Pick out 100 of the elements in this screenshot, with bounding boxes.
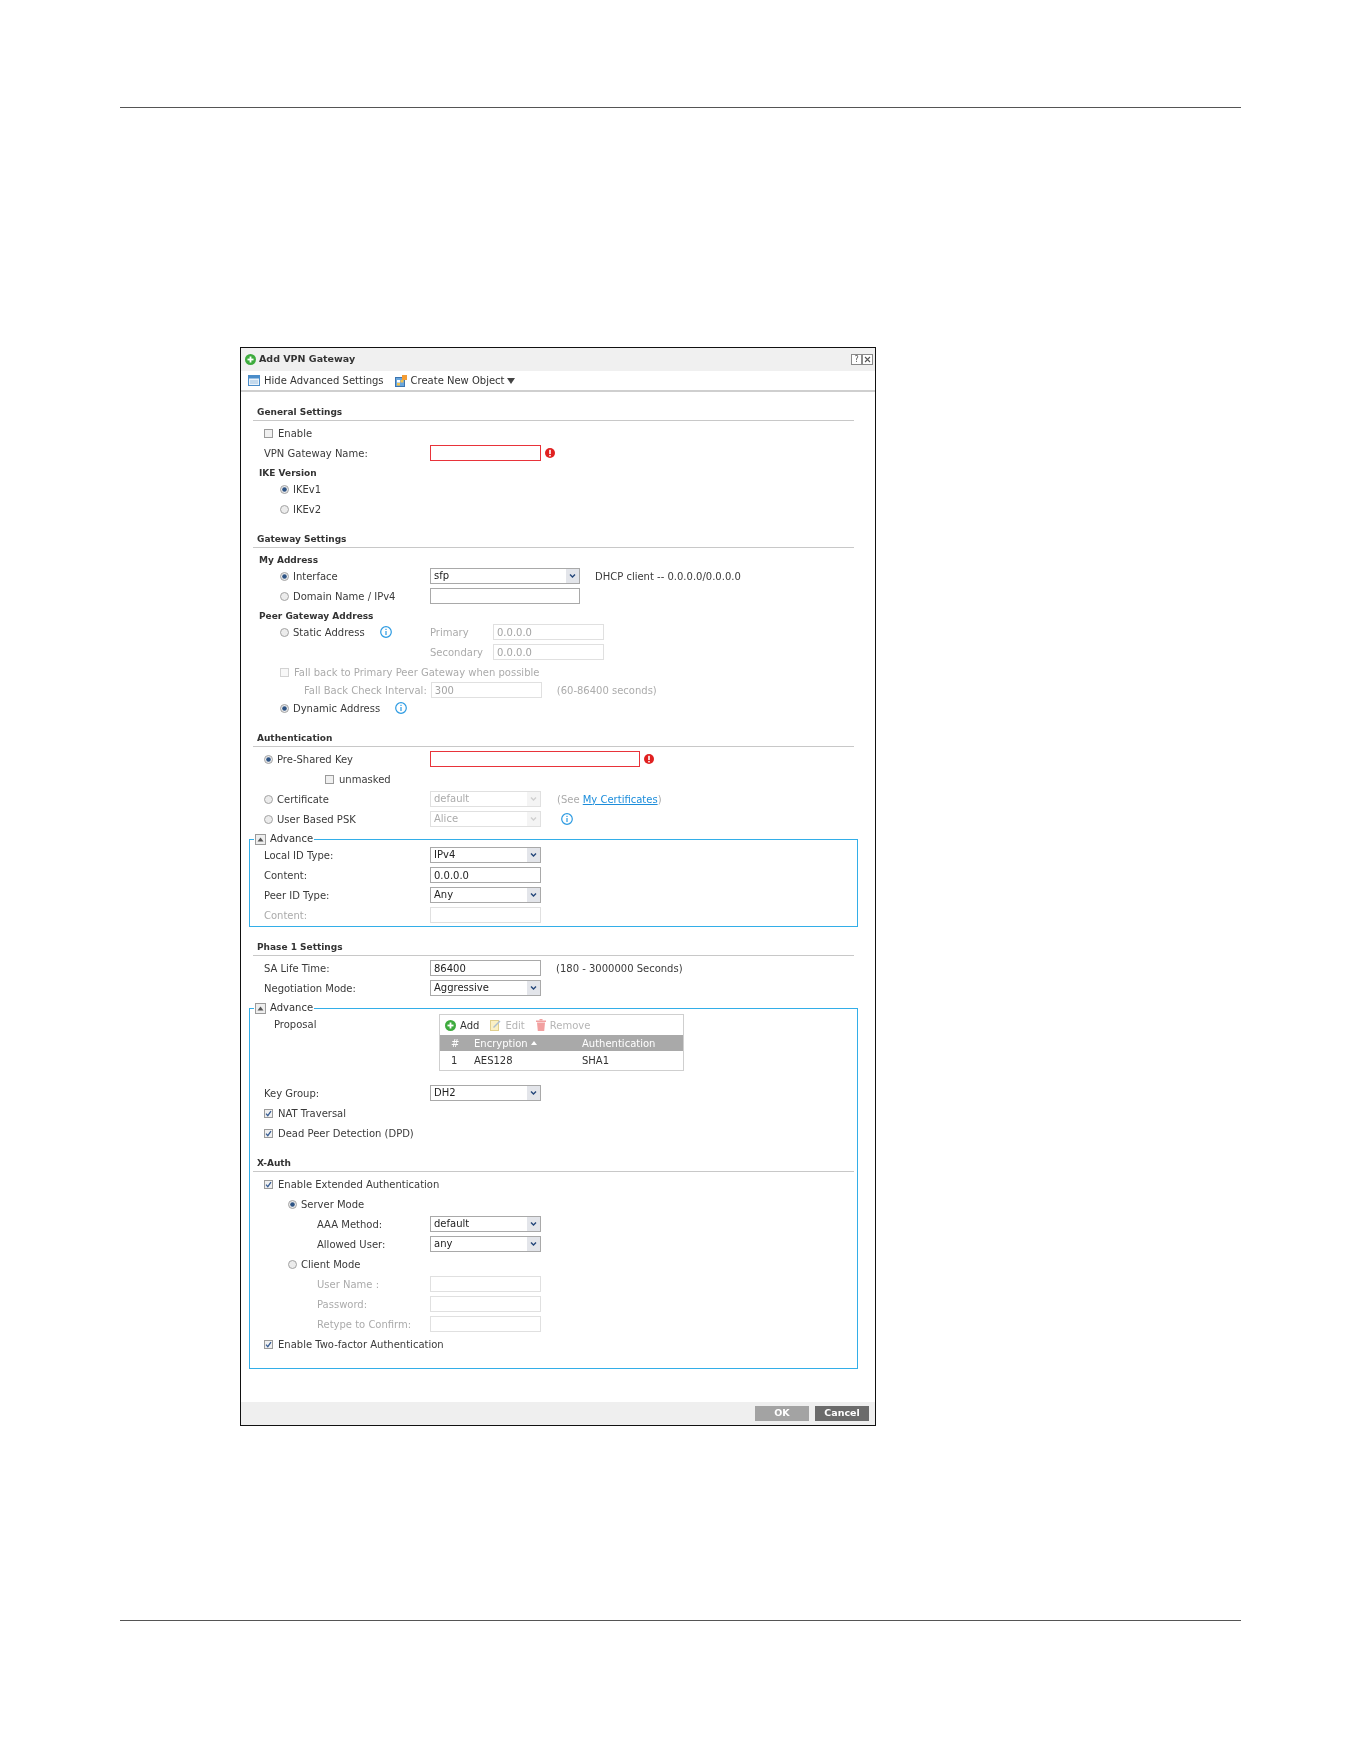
checkbox[interactable]: [264, 1108, 273, 1118]
plus-icon: [445, 1019, 456, 1031]
field-label: Primary: [430, 625, 469, 640]
field-label: Allowed User:: [317, 1237, 386, 1252]
radio-button[interactable]: [288, 1259, 297, 1269]
field-label: Fall Back Check Interval:: [304, 683, 427, 698]
object-icon: [394, 374, 407, 387]
table-cell-text: AES128: [473, 1054, 514, 1068]
radio-label: Pre-Shared Key: [277, 752, 354, 767]
group-label: Peer Gateway Address: [259, 610, 374, 622]
group-label: My Address: [259, 554, 319, 566]
checkbox-label: NAT Traversal: [278, 1106, 346, 1121]
section-title: Authentication: [257, 732, 333, 744]
radio-button[interactable]: [280, 484, 289, 494]
field-label: AAA Method:: [317, 1217, 383, 1232]
dialog-button[interactable]: Cancel: [815, 1406, 869, 1421]
section-title: Phase 1 Settings: [257, 941, 343, 953]
checkbox[interactable]: [325, 774, 334, 784]
radio-button[interactable]: [280, 504, 289, 514]
text-field[interactable]: 86400: [430, 960, 541, 976]
field-label: Peer ID Type:: [264, 888, 330, 903]
radio-button[interactable]: [264, 754, 273, 764]
checkbox[interactable]: [264, 428, 273, 438]
radio-label: Server Mode: [301, 1197, 365, 1212]
group-label: IKE Version: [259, 467, 317, 479]
table-cell-text: SHA1: [581, 1054, 611, 1068]
field-label: Key Group:: [264, 1086, 320, 1101]
chevron-down-icon: [527, 792, 540, 806]
checkbox[interactable]: [264, 1339, 273, 1349]
caret-down-icon: [506, 377, 515, 384]
radio-label: Certificate: [277, 792, 329, 807]
section-title: Gateway Settings: [257, 533, 347, 545]
dropdown[interactable]: sfp: [430, 568, 580, 584]
dropdown[interactable]: Aggressive: [430, 980, 541, 996]
chevron-down-icon: [527, 848, 540, 862]
panel-title: Advance: [270, 1002, 314, 1014]
hint-text: (See My Certificates): [557, 792, 662, 807]
radio-button[interactable]: [280, 571, 289, 581]
text-field[interactable]: [430, 588, 580, 604]
checkbox-label: Enable Extended Authentication: [278, 1177, 440, 1192]
radio-label: Interface: [293, 569, 338, 584]
chevron-down-icon: [527, 981, 540, 995]
field-label: Retype to Confirm:: [317, 1317, 412, 1332]
field-label: Content:: [264, 908, 308, 923]
window-icon: [248, 375, 260, 386]
field-label: Negotiation Mode:: [264, 981, 356, 996]
pencil-icon: [490, 1019, 502, 1031]
radio-button[interactable]: [264, 814, 273, 824]
info-icon[interactable]: [379, 626, 392, 638]
radio-button[interactable]: [280, 703, 289, 713]
field-label: VPN Gateway Name:: [264, 446, 368, 461]
toolbar-button[interactable]: Create New Object: [394, 373, 515, 388]
help-button[interactable]: ?: [851, 354, 862, 365]
collapse-icon[interactable]: [255, 833, 266, 845]
trash-icon: [535, 1019, 546, 1031]
hint-text: DHCP client -- 0.0.0.0/0.0.0.0: [595, 569, 741, 584]
radio-button[interactable]: [280, 627, 289, 637]
hint-text: (180 - 3000000 Seconds): [556, 961, 683, 976]
dropdown[interactable]: default: [430, 1216, 541, 1232]
text-field[interactable]: 0.0.0.0: [430, 867, 541, 883]
dropdown[interactable]: Any: [430, 887, 541, 903]
radio-button[interactable]: [280, 591, 289, 601]
section-title: X-Auth: [257, 1157, 292, 1169]
field-label: User Name :: [317, 1277, 380, 1292]
radio-label: User Based PSK: [277, 812, 356, 827]
chevron-down-icon: [527, 888, 540, 902]
checkbox-label: Enable Two-factor Authentication: [278, 1337, 444, 1352]
checkbox-label: Dead Peer Detection (DPD): [278, 1126, 414, 1141]
table-cell-text: 1: [450, 1054, 459, 1068]
section-title: General Settings: [257, 406, 343, 418]
text-field[interactable]: [430, 445, 541, 461]
dropdown[interactable]: IPv4: [430, 847, 541, 863]
radio-label: Static Address: [293, 625, 365, 640]
radio-label: Client Mode: [301, 1257, 361, 1272]
radio-label: Dynamic Address: [293, 701, 381, 716]
dropdown[interactable]: any: [430, 1236, 541, 1252]
info-icon[interactable]: [561, 813, 573, 825]
info-icon[interactable]: [395, 702, 408, 714]
radio-button[interactable]: [288, 1199, 297, 1209]
chevron-down-icon: [566, 569, 579, 583]
text-field[interactable]: [430, 751, 640, 767]
panel-title: Advance: [270, 833, 314, 845]
link[interactable]: My Certificates: [582, 793, 658, 805]
field-label: Secondary: [430, 645, 483, 660]
field-label: Local ID Type:: [264, 848, 334, 863]
toolbar-button[interactable]: Hide Advanced Settings: [248, 373, 384, 388]
add-button[interactable]: Add: [445, 1017, 480, 1033]
checkbox[interactable]: [264, 1179, 273, 1189]
checkbox[interactable]: [264, 1128, 273, 1138]
radio-label: Domain Name / IPv4: [293, 589, 396, 604]
dialog-title: Add VPN Gateway: [259, 352, 356, 367]
error-icon: [644, 754, 654, 764]
radio-label: IKEv2: [293, 502, 322, 517]
collapse-icon[interactable]: [255, 1002, 266, 1014]
hint-text: (60-86400 seconds): [556, 683, 657, 698]
plus-icon: [245, 354, 256, 365]
close-icon[interactable]: [862, 354, 873, 365]
radio-button[interactable]: [264, 794, 273, 804]
chevron-down-icon: [527, 1237, 540, 1251]
dropdown[interactable]: DH2: [430, 1085, 541, 1101]
